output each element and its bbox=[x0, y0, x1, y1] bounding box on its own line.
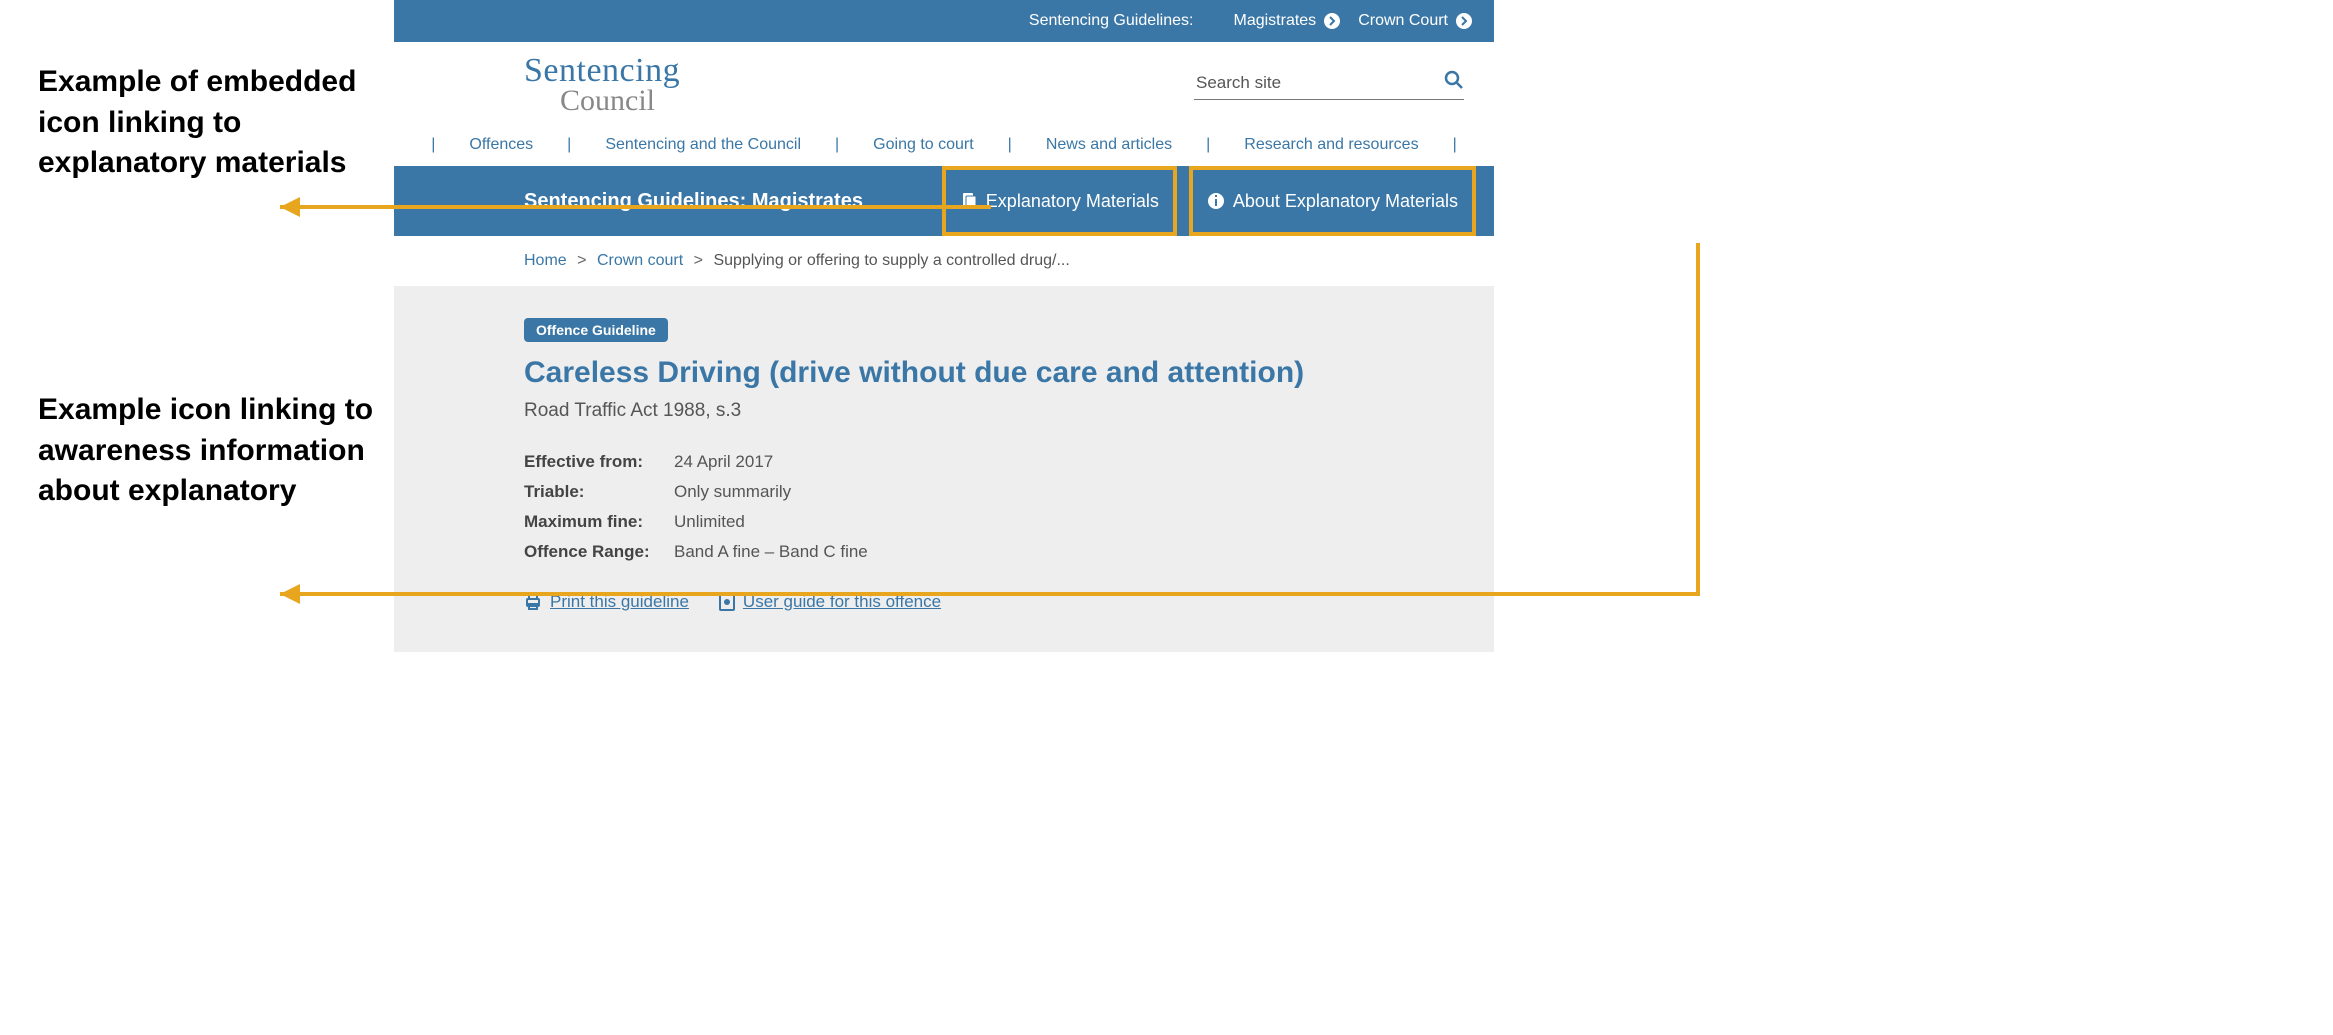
guideline-content: Offence Guideline Careless Driving (driv… bbox=[394, 286, 1494, 652]
explanatory-materials-label: Explanatory Materials bbox=[986, 191, 1159, 212]
nav-news[interactable]: News and articles bbox=[1024, 136, 1194, 154]
topbar-link-crowncourt-label: Crown Court bbox=[1358, 12, 1448, 30]
nav-offences[interactable]: Offences bbox=[447, 136, 555, 154]
about-explanatory-materials-label: About Explanatory Materials bbox=[1233, 191, 1458, 212]
topbar-link-crowncourt[interactable]: Crown Court bbox=[1358, 12, 1472, 30]
topbar-link-magistrates-label: Magistrates bbox=[1233, 12, 1316, 30]
print-guideline-label: Print this guideline bbox=[550, 592, 689, 612]
nav-separator: | bbox=[1441, 136, 1469, 154]
nav-separator: | bbox=[419, 136, 447, 154]
nav-separator: | bbox=[996, 136, 1024, 154]
annotation-explanatory: Example of embedded icon linking to expl… bbox=[38, 62, 408, 184]
kv-effective-val: 24 April 2017 bbox=[674, 452, 773, 472]
copy-icon bbox=[960, 192, 978, 210]
breadcrumb-home[interactable]: Home bbox=[524, 252, 567, 269]
screenshot-panel: Sentencing Guidelines: Magistrates Crown… bbox=[394, 0, 1494, 700]
kv-range-val: Band A fine – Band C fine bbox=[674, 542, 868, 562]
about-explanatory-materials-button[interactable]: About Explanatory Materials bbox=[1189, 166, 1476, 236]
kv-maxfine: Maximum fine: Unlimited bbox=[524, 512, 1464, 532]
search-icon[interactable] bbox=[1444, 70, 1464, 95]
context-bar: Sentencing Guidelines: Magistrates Expla… bbox=[394, 166, 1494, 236]
topbar-label: Sentencing Guidelines: bbox=[1029, 12, 1194, 30]
nav-research[interactable]: Research and resources bbox=[1222, 136, 1440, 154]
chevron-right-icon bbox=[1456, 13, 1472, 29]
print-guideline-link[interactable]: Print this guideline bbox=[524, 592, 689, 612]
annotation-about-explanatory: Example icon linking to awareness inform… bbox=[38, 390, 408, 512]
topbar-link-magistrates[interactable]: Magistrates bbox=[1233, 12, 1340, 30]
nav-sentencing-council[interactable]: Sentencing and the Council bbox=[583, 136, 823, 154]
context-bar-title: Sentencing Guidelines: Magistrates bbox=[524, 190, 863, 213]
primary-nav: | Offences | Sentencing and the Council … bbox=[394, 126, 1494, 166]
kv-effective-key: Effective from: bbox=[524, 452, 674, 472]
offence-guideline-pill: Offence Guideline bbox=[524, 318, 668, 342]
kv-triable: Triable: Only summarily bbox=[524, 482, 1464, 502]
breadcrumb-separator: > bbox=[571, 252, 592, 269]
user-guide-link[interactable]: User guide for this offence bbox=[719, 592, 941, 612]
kv-range: Offence Range: Band A fine – Band C fine bbox=[524, 542, 1464, 562]
kv-range-key: Offence Range: bbox=[524, 542, 674, 562]
breadcrumb-current: Supplying or offering to supply a contro… bbox=[713, 252, 1069, 269]
nav-separator: | bbox=[823, 136, 851, 154]
search-input[interactable] bbox=[1194, 72, 1444, 94]
logo-line1: Sentencing bbox=[524, 54, 680, 88]
kv-effective: Effective from: 24 April 2017 bbox=[524, 452, 1464, 472]
user-guide-label: User guide for this offence bbox=[743, 592, 941, 612]
top-utility-bar: Sentencing Guidelines: Magistrates Crown… bbox=[394, 0, 1494, 42]
info-icon bbox=[1207, 192, 1225, 210]
document-icon bbox=[719, 593, 735, 611]
legislation-reference: Road Traffic Act 1988, s.3 bbox=[524, 400, 1464, 422]
header-row: Sentencing Council bbox=[394, 42, 1494, 126]
kv-maxfine-key: Maximum fine: bbox=[524, 512, 674, 532]
site-search[interactable] bbox=[1194, 66, 1464, 100]
print-icon bbox=[524, 593, 542, 611]
explanatory-materials-button[interactable]: Explanatory Materials bbox=[942, 166, 1177, 236]
breadcrumb-crown-court[interactable]: Crown court bbox=[597, 252, 683, 269]
chevron-right-icon bbox=[1324, 13, 1340, 29]
nav-going-to-court[interactable]: Going to court bbox=[851, 136, 996, 154]
breadcrumb: Home > Crown court > Supplying or offeri… bbox=[394, 236, 1494, 286]
kv-maxfine-val: Unlimited bbox=[674, 512, 745, 532]
site-logo[interactable]: Sentencing Council bbox=[524, 54, 680, 116]
logo-line2: Council bbox=[560, 86, 680, 116]
breadcrumb-separator: > bbox=[688, 252, 709, 269]
nav-separator: | bbox=[1194, 136, 1222, 154]
offence-title: Careless Driving (drive without due care… bbox=[524, 356, 1464, 390]
kv-triable-val: Only summarily bbox=[674, 482, 791, 502]
nav-separator: | bbox=[555, 136, 583, 154]
kv-triable-key: Triable: bbox=[524, 482, 674, 502]
